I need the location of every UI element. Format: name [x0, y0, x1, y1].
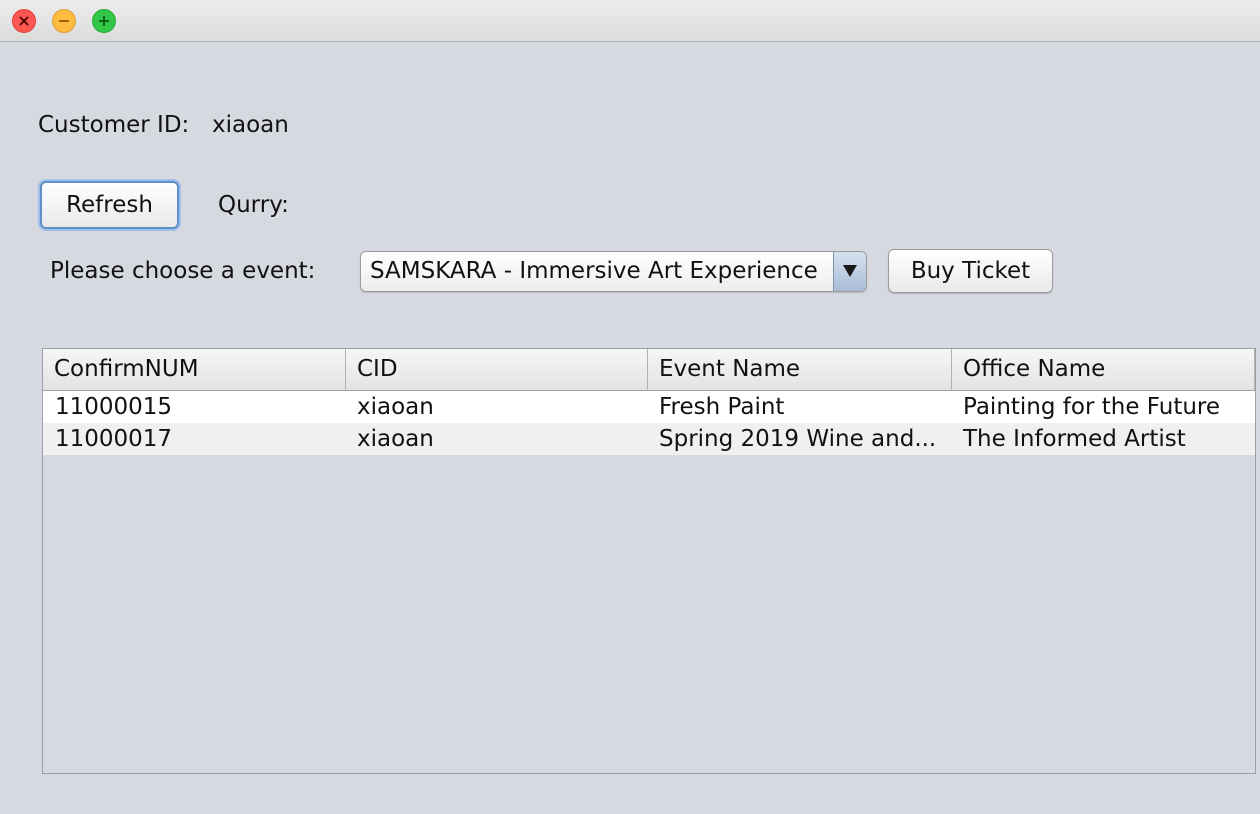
- maximize-window-button[interactable]: [92, 9, 116, 33]
- cell-confirmnum: 11000015: [55, 394, 173, 420]
- event-select-value: SAMSKARA - Immersive Art Experience: [370, 258, 818, 284]
- table-header: ConfirmNUM CID Event Name Office Name: [43, 349, 1255, 391]
- query-label: Qurry:: [218, 192, 289, 218]
- event-select-dropdown-button[interactable]: [833, 252, 866, 291]
- minimize-window-button[interactable]: [52, 9, 76, 33]
- column-header-cid[interactable]: CID: [346, 349, 648, 390]
- close-icon: [19, 16, 29, 26]
- column-header-office-name[interactable]: Office Name: [952, 349, 1255, 390]
- tickets-table[interactable]: ConfirmNUM CID Event Name Office Name 11…: [42, 348, 1256, 774]
- maximize-icon: [99, 16, 109, 26]
- cell-event-name: Spring 2019 Wine and...: [659, 426, 937, 452]
- column-header-event-name[interactable]: Event Name: [648, 349, 952, 390]
- minimize-icon: [59, 20, 69, 22]
- column-header-confirmnum[interactable]: ConfirmNUM: [43, 349, 346, 390]
- chevron-down-icon: [843, 265, 857, 277]
- buy-ticket-button[interactable]: Buy Ticket: [888, 249, 1053, 293]
- event-select[interactable]: SAMSKARA - Immersive Art Experience: [360, 251, 867, 292]
- customer-id-label: Customer ID:: [38, 112, 190, 138]
- cell-event-name: Fresh Paint: [659, 394, 785, 420]
- table-row[interactable]: 11000017 xiaoan Spring 2019 Wine and... …: [43, 423, 1255, 455]
- cell-office-name: Painting for the Future: [963, 394, 1221, 420]
- cell-cid: xiaoan: [357, 394, 434, 420]
- customer-id-value: xiaoan: [212, 112, 289, 138]
- close-window-button[interactable]: [12, 9, 36, 33]
- table-row[interactable]: 11000015 xiaoan Fresh Paint Painting for…: [43, 391, 1255, 423]
- cell-office-name: The Informed Artist: [963, 426, 1186, 452]
- title-bar: [0, 0, 1260, 42]
- choose-event-label: Please choose a event:: [50, 258, 316, 284]
- refresh-button[interactable]: Refresh: [40, 181, 179, 229]
- cell-cid: xiaoan: [357, 426, 434, 452]
- cell-confirmnum: 11000017: [55, 426, 173, 452]
